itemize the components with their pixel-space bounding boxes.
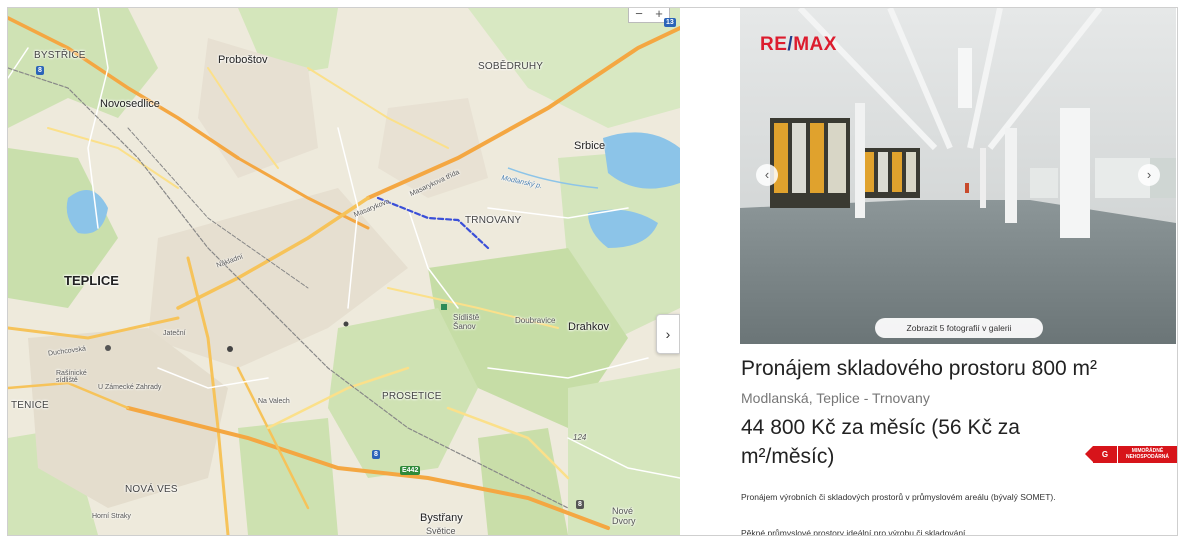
listing-price: 44 800 Kč za měsíc (56 Kč za m²/měsíc) [741,413,1101,471]
road-shield-8-north: 8 [36,66,44,75]
listing-title: Pronájem skladového prostoru 800 m² [741,357,1098,380]
road-shield-e442: E442 [400,466,421,475]
warehouse-photo [740,8,1176,344]
road-shield-13: 13 [664,18,676,27]
map-label-teplice: TEPLICE [64,273,119,288]
listing-photo[interactable]: RE/MAX ‹ › Zobrazit 5 fotografií v galer… [740,8,1176,344]
description-paragraph-1: Pronájem výrobních či skladových prostor… [741,492,1056,502]
map-label-probostov: Proboštov [218,54,268,66]
chevron-right-icon: › [1146,167,1152,182]
map-panel[interactable]: − + BYSTŘICE Proboštov Novosedlice SOBĚD… [8,8,680,535]
map-street-horni-straky: Horní Straky [92,513,131,520]
map-street-jatecni: Jateční [163,330,186,337]
map-label-bystrice: BYSTŘICE [34,50,86,61]
energy-class-text: MIMOŘÁDNĚ NEHOSPODÁRNÁ [1118,446,1177,463]
map-label-trnovany: TRNOVANY [465,215,522,226]
map-label-rasicke-sidliste: Rašínické sídliště [56,370,87,384]
map-label-svetice: Světice [426,526,456,535]
energy-badge-arrow [1085,446,1093,462]
map-elevation-124: 124 [573,433,587,442]
map-label-sidliste-sanov: Sídliště Šanov [453,313,480,331]
zoom-out-button[interactable]: − [629,8,649,22]
show-gallery-button[interactable]: Zobrazit 5 fotografií v galerii [875,318,1043,338]
map-street-na-valech: Na Valech [258,398,290,405]
previous-photo-button[interactable]: ‹ [756,164,778,186]
map-label-tenice: TENICE [11,400,49,411]
price-line-2: m²/měsíc) [741,445,835,468]
map-label-nove-dvory: Nové Dvory [612,506,636,526]
road-shield-8-east: 8 [576,500,584,509]
map-label-bystrany: Bystřany [420,512,463,524]
map-canvas[interactable] [8,8,680,535]
map-label-novosedlice: Novosedlice [100,98,160,110]
listing-address[interactable]: Modlanská, Teplice - Trnovany [741,390,930,406]
description-paragraph-2: Pěkné průmyslové prostory ideální pro vý… [741,528,968,536]
map-label-drahkov: Drahkov [568,321,609,333]
map-label-sobedruhy: SOBĚDRUHY [478,61,544,72]
chevron-left-icon: ‹ [764,167,770,182]
price-line-1: 44 800 Kč za měsíc (56 Kč za [741,416,1020,439]
map-label-nova-ves: NOVÁ VES [125,484,178,495]
map-label-prosetice: PROSETICE [382,391,442,402]
next-photo-button[interactable]: › [1138,164,1160,186]
chevron-right-icon: › [665,326,671,342]
expand-map-button[interactable]: › [656,314,680,354]
listing-frame: − + BYSTŘICE Proboštov Novosedlice SOBĚD… [7,7,1178,536]
map-label-doubravice: Doubravice [515,316,556,325]
energy-class: G [1093,446,1117,463]
map-street-zamecke-zahrady: U Zámecké Zahrady [98,384,162,391]
remax-logo: RE/MAX [760,34,837,55]
road-shield-8-south: 8 [372,450,380,459]
energy-rating-badge: G MIMOŘÁDNĚ NEHOSPODÁRNÁ [1085,446,1177,463]
map-label-srbice: Srbice [574,140,606,152]
